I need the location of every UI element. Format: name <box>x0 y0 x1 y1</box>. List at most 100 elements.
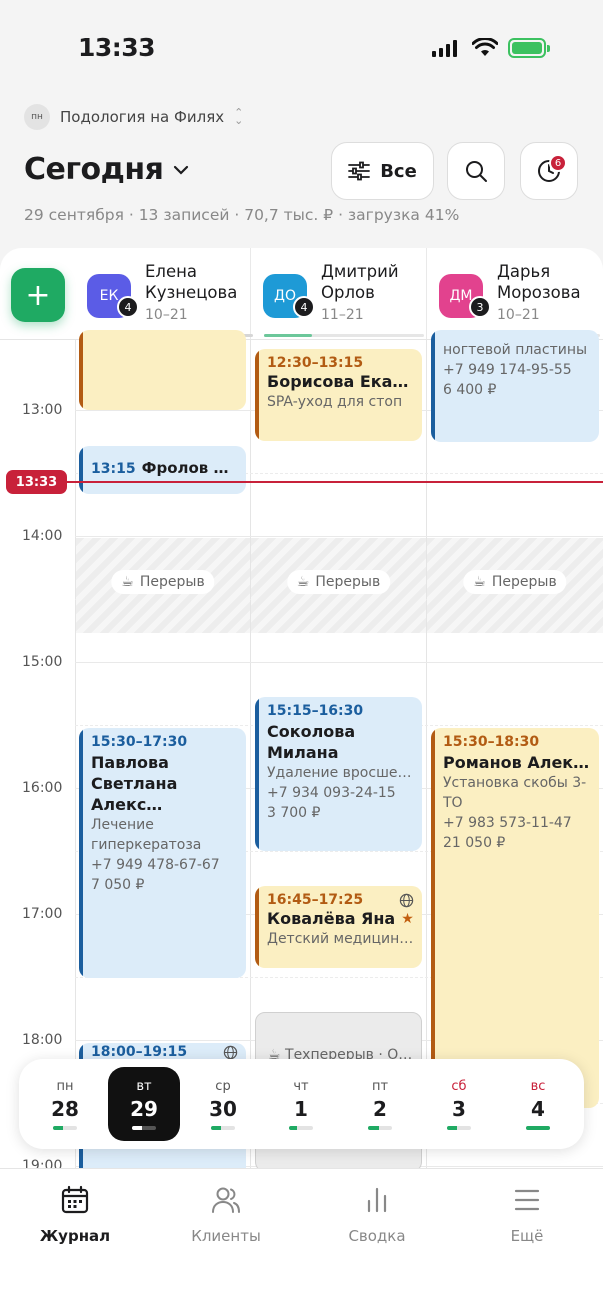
staff-column-header[interactable]: ДО 4 Дмитрий Орлов 11–21 <box>263 261 423 331</box>
filter-label: Все <box>380 160 417 182</box>
signal-icon <box>432 40 462 57</box>
tab-summary[interactable]: Сводка <box>322 1185 432 1245</box>
tab-clients[interactable]: Клиенты <box>171 1185 281 1245</box>
break-chip: ☕ Перерыв <box>286 570 391 594</box>
bottom-tab-bar: Журнал Клиенты Сводка Ещё <box>0 1168 603 1311</box>
appointment-time: 13:15 <box>91 461 136 477</box>
hour-label: 16:00 <box>22 780 63 796</box>
appointment-time: 12:30–13:15 <box>267 355 364 371</box>
break-chip: ☕ Перерыв <box>111 570 215 594</box>
break-chip: ☕ Перерыв <box>463 570 567 594</box>
appointment-client: Ковалёва Яна <box>267 909 396 928</box>
staff-column-header[interactable]: ЕК 4 Елена Кузнецова 10–21 <box>87 261 247 331</box>
hour-label: 19:00 <box>22 1158 63 1168</box>
search-icon <box>466 161 487 182</box>
appointment-card[interactable]: ногтевой пластины +7 949 174-95-55 6 400… <box>431 330 599 442</box>
staff-hours: 11–21 <box>321 307 364 323</box>
branch-name: Подология на Филях <box>60 108 225 126</box>
appointment-service: SPA-уход для стоп <box>267 394 403 410</box>
filter-button[interactable]: Все <box>331 142 434 200</box>
day-sun[interactable]: вс 4 <box>502 1059 574 1149</box>
appointments-count-badge: 4 <box>293 296 315 318</box>
coffee-cup-icon: ☕ <box>121 574 134 590</box>
appointment-phone: +7 949 174-95-55 <box>443 362 572 378</box>
appointment-time: 18:00–19:15 <box>91 1044 188 1060</box>
appointment-price: 3 700 ₽ <box>267 805 321 821</box>
calendar-icon <box>61 1185 89 1214</box>
status-time: 13:33 <box>78 33 156 62</box>
wifi-icon <box>472 38 498 56</box>
appointment-time: 15:15–16:30 <box>267 703 364 719</box>
day-wed[interactable]: ср 30 <box>187 1059 259 1149</box>
appointment-price: 7 050 ₽ <box>91 877 145 893</box>
appointment-time: 16:45–17:25 <box>267 892 364 908</box>
appointment-price: 21 050 ₽ <box>443 835 506 851</box>
break-block[interactable]: ☕ Перерыв <box>251 538 426 633</box>
tab-journal[interactable]: Журнал <box>20 1185 130 1245</box>
staff-name: Дмитрий Орлов <box>321 262 399 302</box>
day-mon[interactable]: пн 28 <box>29 1059 101 1149</box>
tab-label: Журнал <box>39 1227 111 1245</box>
day-thu[interactable]: чт 1 <box>265 1059 337 1149</box>
appointment-time: 15:30–18:30 <box>443 734 540 750</box>
staff-load-bar <box>264 334 424 337</box>
hour-label: 15:00 <box>22 654 63 670</box>
appointment-service: Детский медицинс… <box>267 931 414 947</box>
tab-more[interactable]: Ещё <box>472 1185 582 1245</box>
break-block[interactable]: ☕ Перерыв <box>427 538 603 633</box>
hour-label: 13:00 <box>22 402 63 418</box>
appointment-card[interactable] <box>79 330 246 410</box>
appointment-service: ногтевой пластины <box>443 342 588 358</box>
search-button[interactable] <box>447 142 505 200</box>
filter-sliders-icon <box>348 161 371 181</box>
users-icon <box>212 1187 240 1213</box>
appointment-price: 6 400 ₽ <box>443 382 497 398</box>
day-sat[interactable]: сб 3 <box>423 1059 495 1149</box>
appointments-count-badge: 4 <box>117 296 139 318</box>
chevron-down-icon <box>174 165 189 175</box>
appointment-client: Борисова Екате… <box>267 372 414 391</box>
appointment-client: Романов Алексей <box>443 753 591 772</box>
appointment-client: Соколова Милана <box>267 722 356 762</box>
chevron-updown-icon: ⌃ ⌄ <box>234 106 244 127</box>
current-time-label: 13:33 <box>6 470 67 494</box>
appointment-phone: +7 983 573-11-47 <box>443 815 572 831</box>
day-summary: 29 сентября · 13 записей · 70,7 тыс. ₽ ·… <box>24 206 460 224</box>
notifications-badge: 6 <box>549 154 567 172</box>
tab-label: Ещё <box>510 1227 544 1245</box>
appointment-client: Фролов Ив… <box>141 459 238 477</box>
staff-name: Елена Кузнецова <box>145 262 238 302</box>
star-icon: ★ <box>401 910 414 927</box>
appointment-card[interactable]: 15:15–16:30 Соколова Милана Удаление вро… <box>255 697 422 851</box>
add-appointment-button[interactable]: + <box>11 268 65 322</box>
appointment-card[interactable]: 16:45–17:25 Ковалёва Яна ★ Детский медиц… <box>255 886 422 968</box>
appointment-service: Лечение гиперкератоза <box>91 817 202 853</box>
appointment-time: 15:30–17:30 <box>91 734 188 750</box>
day-fri[interactable]: пт 2 <box>344 1059 416 1149</box>
branch-badge: пн <box>24 104 50 130</box>
notifications-button[interactable]: 6 <box>520 142 578 200</box>
hour-label: 18:00 <box>22 1032 63 1048</box>
branch-selector[interactable]: пн Подология на Филях ⌃ ⌄ <box>24 104 243 130</box>
appointment-card[interactable]: 15:30–18:30 Романов Алексей Установка ск… <box>431 728 599 1108</box>
break-block[interactable]: ☕ Перерыв <box>76 538 250 633</box>
appointment-card[interactable]: 12:30–13:15 Борисова Екате… SPA-уход для… <box>255 349 422 441</box>
appointment-phone: +7 934 093-24-15 <box>267 785 396 801</box>
coffee-cup-icon: ☕ <box>296 574 310 590</box>
globe-icon <box>223 1045 238 1059</box>
appointment-service: Установка скобы 3-ТО <box>443 775 587 811</box>
week-day-picker: пн 28 вт 29 ср 30 чт 1 пт 2 сб 3 вс 4 <box>19 1059 584 1149</box>
staff-column-header[interactable]: ДМ 3 Дарья Морозова 10–21 <box>439 261 599 331</box>
appointment-card[interactable]: 13:15 Фролов Ив… <box>79 446 246 494</box>
appointments-count-badge: 3 <box>469 296 491 318</box>
date-picker-title[interactable]: Сегодня <box>24 152 189 187</box>
appointment-client: Павлова Светлана Алекс… <box>91 753 178 814</box>
tab-label: Клиенты <box>191 1227 261 1245</box>
menu-icon <box>514 1189 540 1211</box>
appointment-service: Удаление вросше… <box>267 765 412 781</box>
day-tue-selected[interactable]: вт 29 <box>108 1067 180 1141</box>
staff-hours: 10–21 <box>145 307 188 323</box>
appointment-card[interactable]: 15:30–17:30 Павлова Светлана Алекс… Лече… <box>79 728 246 978</box>
staff-name: Дарья Морозова <box>497 262 581 302</box>
coffee-cup-icon: ☕ <box>473 574 486 590</box>
